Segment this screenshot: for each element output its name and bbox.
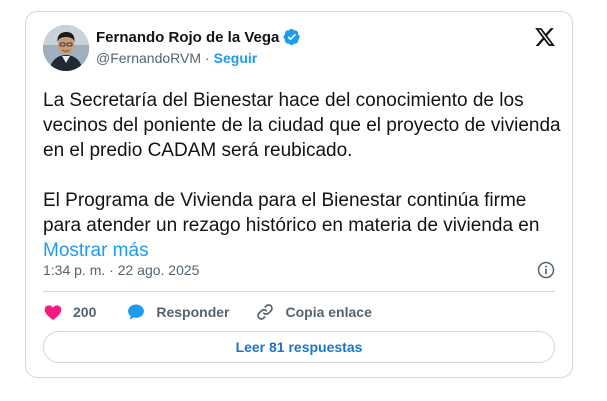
copy-link-label: Copia enlace [285, 304, 372, 320]
avatar-image [43, 25, 89, 71]
author-handle[interactable]: @FernandoRVM [96, 50, 201, 66]
tweet-text: La Secretaría del Bienestar hace del con… [43, 88, 563, 263]
reply-label: Responder [156, 304, 230, 320]
tweet-paragraph-2-text: El Programa de Vivienda para el Bienesta… [43, 190, 540, 236]
tweet-timestamp[interactable]: 1:34 p. m. · 22 ago. 2025 [43, 262, 199, 278]
tweet-card: Fernando Rojo de la Vega @FernandoRVM · Se… [25, 11, 573, 378]
avatar[interactable] [43, 25, 89, 71]
tweet-paragraph-1: La Secretaría del Bienestar hace del con… [43, 90, 561, 161]
copy-link-button[interactable]: Copia enlace [255, 302, 372, 322]
author-name-row: Fernando Rojo de la Vega [96, 28, 301, 46]
info-icon[interactable] [536, 260, 556, 280]
like-button[interactable]: 200 [43, 302, 96, 322]
link-icon [257, 304, 274, 320]
tweet-paragraph-2: El Programa de Vivienda para el Bienesta… [43, 188, 563, 263]
divider [43, 291, 555, 292]
speech-bubble-icon [128, 304, 145, 320]
like-count: 200 [73, 304, 97, 320]
heart-icon [44, 305, 62, 320]
separator-dot: · [205, 50, 210, 66]
reply-button[interactable]: Responder [126, 302, 229, 322]
follow-button[interactable]: Seguir [214, 50, 258, 66]
verified-badge-icon [283, 28, 301, 46]
action-bar: 200 Responder Copia enlace [43, 300, 372, 324]
author-display-name[interactable]: Fernando Rojo de la Vega [96, 29, 279, 46]
read-replies-button[interactable]: Leer 81 respuestas [43, 331, 555, 363]
x-logo-icon[interactable] [534, 26, 556, 48]
author-handle-row: @FernandoRVM · Seguir [96, 50, 257, 66]
show-more-link[interactable]: Mostrar más [43, 240, 149, 261]
